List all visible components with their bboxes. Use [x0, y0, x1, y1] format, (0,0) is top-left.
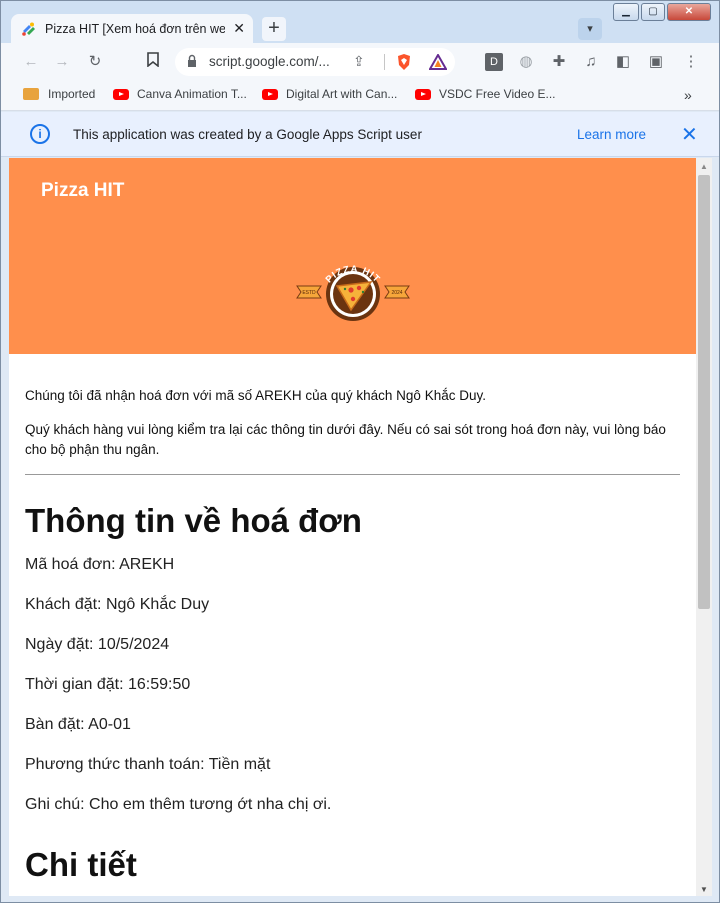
tab-search-button[interactable]: ▾ — [578, 18, 602, 40]
back-icon[interactable]: ← — [21, 52, 41, 72]
tab-title: Pizza HIT [Xem hoá đơn trên web] — [45, 22, 225, 36]
bookmarks-bar: Imported Canva Animation T... Digital Ar… — [1, 81, 719, 111]
invoice-content: Chúng tôi đã nhận hoá đơn với mã số AREK… — [25, 386, 680, 885]
apps-script-icon — [22, 22, 35, 36]
bookmark-label: Digital Art with Can... — [286, 87, 398, 101]
share-icon[interactable]: ⇪ — [353, 53, 365, 70]
omnibox-divider — [384, 54, 385, 70]
page-header: Pizza HIT ESTD 2024 PIZZA HIT — [9, 158, 696, 354]
toolbar: ← → ↻ script.google.com/... ⇪ D ◍ ✚ ♫ ◧ … — [1, 43, 719, 81]
bookmark-digital-art[interactable]: Digital Art with Can... — [262, 87, 397, 101]
wallet-icon[interactable]: ▣ — [646, 52, 666, 72]
youtube-icon — [262, 88, 278, 100]
youtube-icon — [113, 88, 129, 100]
reload-icon[interactable]: ↻ — [85, 52, 105, 72]
maximize-button[interactable]: ▢ — [641, 3, 665, 21]
payment-method: Phương thức thanh toán: Tiền mặt — [25, 756, 271, 773]
more-bookmarks-button[interactable]: » — [684, 87, 692, 103]
tab-close-icon[interactable]: ✕ — [233, 20, 245, 37]
minimize-button[interactable]: ▁ — [613, 3, 639, 21]
bookmark-label: Canva Animation T... — [137, 87, 247, 101]
logo-year: 2024 — [391, 290, 402, 296]
media-queue-icon[interactable]: ♫ — [581, 52, 601, 72]
brand-title: Pizza HIT — [41, 180, 125, 201]
lock-icon — [188, 54, 196, 67]
new-tab-button[interactable]: + — [262, 17, 286, 41]
scroll-up-icon[interactable]: ▲ — [700, 162, 708, 171]
pizza-hit-logo: ESTD 2024 PIZZA HIT — [296, 264, 410, 321]
folder-icon — [23, 88, 39, 100]
extensions-puzzle-icon[interactable]: ✚ — [549, 52, 569, 72]
divider — [25, 474, 680, 475]
extension-d-icon[interactable]: D — [485, 53, 503, 71]
logo-estd: ESTD — [302, 290, 316, 296]
bookmark-icon[interactable] — [143, 52, 163, 72]
scroll-down-icon[interactable]: ▼ — [700, 885, 708, 894]
address-bar[interactable]: script.google.com/... ⇪ — [175, 48, 455, 76]
table-number: Bàn đặt: A0-01 — [25, 716, 131, 733]
invoice-code: Mã hoá đơn: AREKH — [25, 556, 175, 573]
order-note: Ghi chú: Cho em thêm tương ớt nha chị ơi… — [25, 796, 332, 813]
side-panel-icon[interactable]: ◧ — [613, 52, 633, 72]
infobar-close-icon[interactable]: ✕ — [681, 122, 698, 147]
invoice-info-heading: Thông tin về hoá đơn — [25, 502, 362, 539]
infobar-message: This application was created by a Google… — [73, 127, 422, 142]
details-heading: Chi tiết — [25, 846, 137, 883]
brave-rewards-icon[interactable] — [429, 54, 447, 70]
browser-window: Pizza HIT [Xem hoá đơn trên web] ✕ + ▾ ▁… — [0, 0, 720, 903]
youtube-icon — [415, 88, 431, 100]
menu-icon[interactable]: ⋮ — [681, 52, 701, 72]
globe-icon[interactable]: ◍ — [516, 52, 536, 72]
page-viewport: Pizza HIT ESTD 2024 PIZZA HIT Chúng tôi … — [9, 158, 696, 896]
vertical-scrollbar[interactable]: ▲ ▼ — [696, 158, 712, 896]
tab-pizza-hit[interactable]: Pizza HIT [Xem hoá đơn trên web] ✕ — [11, 14, 253, 44]
brave-shield-icon[interactable] — [396, 53, 412, 71]
bookmark-label: VSDC Free Video E... — [439, 87, 556, 101]
bookmark-canva-animation[interactable]: Canva Animation T... — [113, 87, 247, 101]
forward-icon[interactable]: → — [52, 52, 72, 72]
apps-script-infobar: i This application was created by a Goog… — [1, 112, 719, 157]
bookmark-vsdc[interactable]: VSDC Free Video E... — [415, 87, 556, 101]
order-time: Thời gian đặt: 16:59:50 — [25, 676, 191, 693]
tab-strip: Pizza HIT [Xem hoá đơn trên web] ✕ + ▾ ▁… — [1, 1, 719, 44]
url-text: script.google.com/... — [209, 54, 330, 69]
order-date: Ngày đặt: 10/5/2024 — [25, 636, 170, 653]
notice-text: Quý khách hàng vui lòng kiểm tra lại các… — [25, 422, 666, 457]
info-icon: i — [30, 124, 50, 144]
bookmark-imported[interactable]: Imported — [23, 87, 95, 101]
intro-text: Chúng tôi đã nhận hoá đơn với mã số AREK… — [25, 388, 486, 403]
customer-name: Khách đặt: Ngô Khắc Duy — [25, 596, 210, 613]
scroll-thumb[interactable] — [698, 175, 710, 609]
bookmark-label: Imported — [48, 87, 96, 101]
close-window-button[interactable]: ✕ — [667, 3, 711, 21]
learn-more-link[interactable]: Learn more — [577, 127, 646, 142]
